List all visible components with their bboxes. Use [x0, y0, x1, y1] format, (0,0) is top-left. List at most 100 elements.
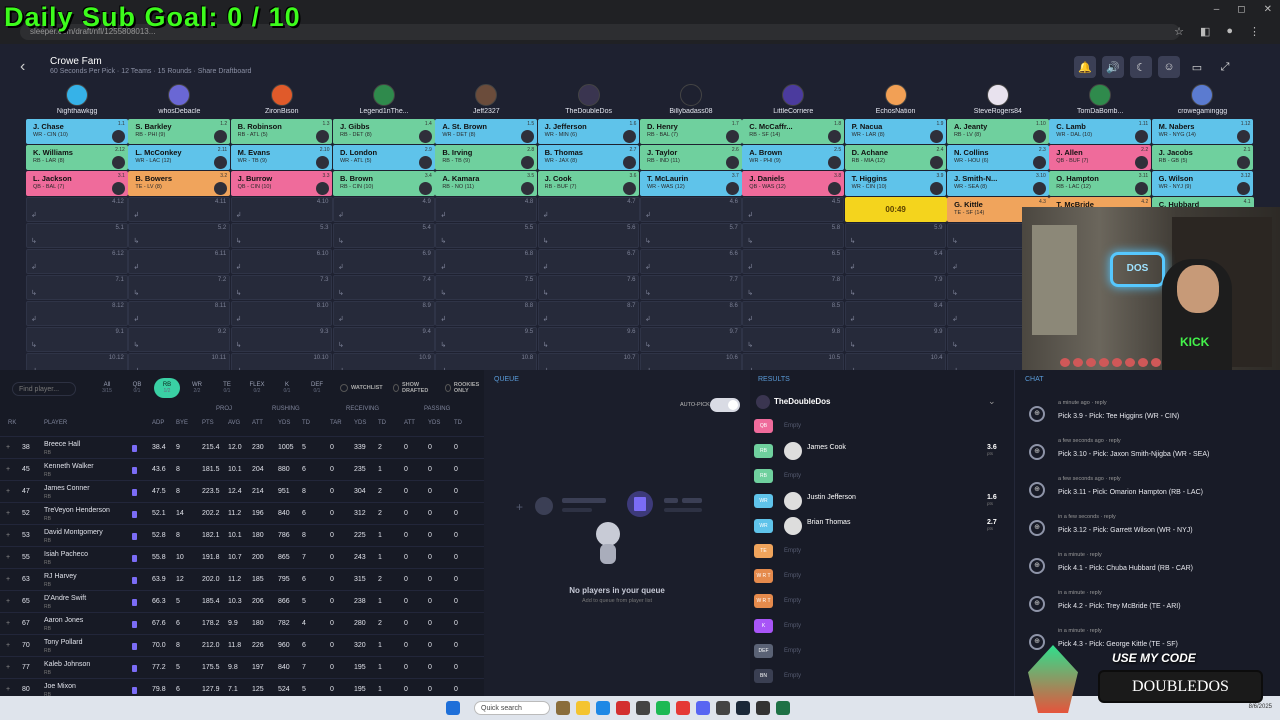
- player-row[interactable]: +77 Kaleb Johnson RB 77.2 5 175.5 9.8 197 840 7 0 1…: [0, 656, 484, 678]
- team-header[interactable]: Legend1nThe...: [333, 84, 435, 118]
- pick-cell[interactable]: T. McLaurin WR - WAS (12) 3.7: [639, 171, 742, 196]
- player-name[interactable]: TreVeyon Henderson: [44, 507, 110, 514]
- add-to-queue-icon[interactable]: +: [6, 686, 10, 693]
- column-header[interactable]: ATT: [404, 420, 415, 426]
- roster-slot[interactable]: BN Empty: [750, 664, 1014, 689]
- chat-timestamp[interactable]: a few seconds ago · reply: [1058, 476, 1121, 482]
- chat-timestamp[interactable]: a minute ago · reply: [1058, 400, 1107, 406]
- results-team-select[interactable]: TheDoubleDos: [774, 397, 830, 406]
- player-name[interactable]: Tony Pollard: [44, 639, 83, 646]
- steam-icon[interactable]: [736, 701, 750, 715]
- pick-cell[interactable]: O. Hampton RB - LAC (12) 3.11: [1049, 171, 1152, 196]
- excel-icon[interactable]: [776, 701, 790, 715]
- player-row[interactable]: +45 Kenneth Walker RB 43.6 8 181.5 10.1 204 880 6…: [0, 458, 484, 480]
- emoji-icon[interactable]: ☺: [1158, 56, 1180, 78]
- player-row[interactable]: +70 Tony Pollard RB 70.0 8 212.0 11.8 226 960 6 0 3…: [0, 634, 484, 656]
- add-to-queue-icon[interactable]: +: [6, 444, 10, 451]
- slot-player-name[interactable]: Brian Thomas: [807, 519, 850, 526]
- add-to-queue-icon[interactable]: +: [6, 554, 10, 561]
- app-icon[interactable]: [556, 701, 570, 715]
- pick-cell[interactable]: N. Collins WR - HOU (6) 2.3: [946, 145, 1049, 170]
- add-to-queue-icon[interactable]: +: [6, 598, 10, 605]
- add-to-queue-icon[interactable]: +: [6, 620, 10, 627]
- pick-cell[interactable]: J. Jacobs RB - GB (5) 2.1: [1151, 145, 1254, 170]
- empty-pick-cell[interactable]: 6.9 ↲: [332, 249, 435, 274]
- empty-pick-cell[interactable]: 5.8 ↳: [742, 223, 845, 248]
- pick-cell[interactable]: M. Nabers WR - NYG (14) 1.12: [1151, 119, 1254, 144]
- empty-pick-cell[interactable]: 8.9 ↲: [332, 301, 435, 326]
- pick-cell[interactable]: S. Barkley RB - PHI (9) 1.2: [128, 119, 231, 144]
- add-to-queue-icon[interactable]: +: [6, 466, 10, 473]
- extension-icon[interactable]: ◧: [1200, 25, 1210, 38]
- pick-cell[interactable]: P. Nacua WR - LAR (8) 1.9: [844, 119, 947, 144]
- app-icon[interactable]: [636, 701, 650, 715]
- moon-icon[interactable]: ☾: [1130, 56, 1152, 78]
- empty-pick-cell[interactable]: 9.6 ↳: [537, 327, 640, 352]
- roster-slot[interactable]: TE Empty: [750, 539, 1014, 564]
- add-to-queue-icon[interactable]: +: [6, 510, 10, 517]
- chat-timestamp[interactable]: in a minute · reply: [1058, 590, 1102, 596]
- news-icon[interactable]: [132, 445, 137, 452]
- team-header[interactable]: TomDaBomb...: [1049, 84, 1151, 118]
- radio-icon[interactable]: [444, 384, 451, 392]
- roster-slot[interactable]: RB Empty: [750, 464, 1014, 489]
- empty-pick-cell[interactable]: 9.8 ↳: [742, 327, 845, 352]
- player-row[interactable]: +53 David Montgomery RB 52.8 8 182.1 10.1 180 78…: [0, 524, 484, 546]
- empty-pick-cell[interactable]: 6.12 ↲: [26, 249, 128, 274]
- pick-cell[interactable]: J. Allen QB - BUF (7) 2.2: [1049, 145, 1152, 170]
- position-filter-k[interactable]: K 0/1: [274, 378, 300, 398]
- position-filter-qb[interactable]: QB 0/1: [124, 378, 150, 398]
- slot-player-name[interactable]: Justin Jefferson: [807, 494, 856, 501]
- pick-cell[interactable]: J. Burrow QB - CIN (10) 3.3: [230, 171, 333, 196]
- empty-pick-cell[interactable]: 9.2 ↳: [128, 327, 231, 352]
- team-header[interactable]: Billybadass08: [640, 84, 742, 118]
- player-row[interactable]: +55 Isiah Pacheco RB 55.8 10 191.8 10.7 200 865 7…: [0, 546, 484, 568]
- player-name[interactable]: Kenneth Walker: [44, 463, 94, 470]
- empty-pick-cell[interactable]: 7.2 ↳: [128, 275, 231, 300]
- news-icon[interactable]: [132, 621, 137, 628]
- empty-pick-cell[interactable]: 9.5 ↳: [435, 327, 538, 352]
- position-filter-wr[interactable]: WR 2/2: [184, 378, 210, 398]
- pick-cell[interactable]: J. Smith-N... WR - SEA (8) 3.10: [946, 171, 1049, 196]
- player-name[interactable]: Aaron Jones: [44, 617, 83, 624]
- team-header[interactable]: Nighthawkgg: [26, 84, 128, 118]
- spotify-icon[interactable]: [656, 701, 670, 715]
- empty-pick-cell[interactable]: 8.4 ↲: [844, 301, 947, 326]
- team-header[interactable]: LittleCorriere: [742, 84, 844, 118]
- news-icon[interactable]: [132, 687, 137, 694]
- chat-timestamp[interactable]: in a few seconds · reply: [1058, 514, 1116, 520]
- empty-pick-cell[interactable]: 4.12 ↲: [26, 197, 128, 222]
- roster-slot[interactable]: W R T Empty: [750, 589, 1014, 614]
- empty-pick-cell[interactable]: 4.5 ↲: [742, 197, 845, 222]
- add-to-queue-icon[interactable]: +: [6, 664, 10, 671]
- column-header[interactable]: BYE: [176, 420, 188, 426]
- empty-pick-cell[interactable]: 5.6 ↳: [537, 223, 640, 248]
- chat-timestamp[interactable]: in a minute · reply: [1058, 628, 1102, 634]
- pick-cell[interactable]: D. London WR - ATL (5) 2.9: [332, 145, 435, 170]
- pick-cell[interactable]: A. St. Brown WR - DET (8) 1.5: [435, 119, 538, 144]
- player-name[interactable]: Breece Hall: [44, 441, 80, 448]
- pick-cell[interactable]: J. Cook RB - BUF (7) 3.6: [537, 171, 640, 196]
- roster-slot[interactable]: QB Empty: [750, 414, 1014, 439]
- player-name[interactable]: David Montgomery: [44, 529, 103, 536]
- position-filter-te[interactable]: TE 0/1: [214, 378, 240, 398]
- player-name[interactable]: Isiah Pacheco: [44, 551, 88, 558]
- pick-cell[interactable]: B. Thomas WR - JAX (8) 2.7: [537, 145, 640, 170]
- pick-cell[interactable]: J. Gibbs RB - DET (8) 1.4: [332, 119, 435, 144]
- column-header[interactable]: TAR: [330, 420, 342, 426]
- roster-slot[interactable]: RB James Cook 3.6 pts: [750, 439, 1014, 464]
- minimize-button[interactable]: –: [1214, 4, 1220, 15]
- empty-pick-cell[interactable]: 4.10 ↲: [230, 197, 333, 222]
- empty-pick-cell[interactable]: 5.4 ↳: [332, 223, 435, 248]
- empty-pick-cell[interactable]: 7.7 ↳: [639, 275, 742, 300]
- news-icon[interactable]: [132, 643, 137, 650]
- column-header[interactable]: PTS: [202, 420, 214, 426]
- empty-pick-cell[interactable]: 4.7 ↲: [537, 197, 640, 222]
- pick-cell[interactable]: L. Jackson QB - BAL (7) 3.1: [26, 171, 128, 196]
- player-search-input[interactable]: Find player...: [12, 382, 76, 396]
- player-row[interactable]: +63 RJ Harvey RB 63.9 12 202.0 11.2 185 795 6 0 315…: [0, 568, 484, 590]
- roster-slot[interactable]: DEF Empty: [750, 639, 1014, 664]
- taskbar-search[interactable]: Quick search: [474, 701, 550, 715]
- player-row[interactable]: +65 D'Andre Swift RB 66.3 5 185.4 10.3 206 866 5 0…: [0, 590, 484, 612]
- news-icon[interactable]: [132, 599, 137, 606]
